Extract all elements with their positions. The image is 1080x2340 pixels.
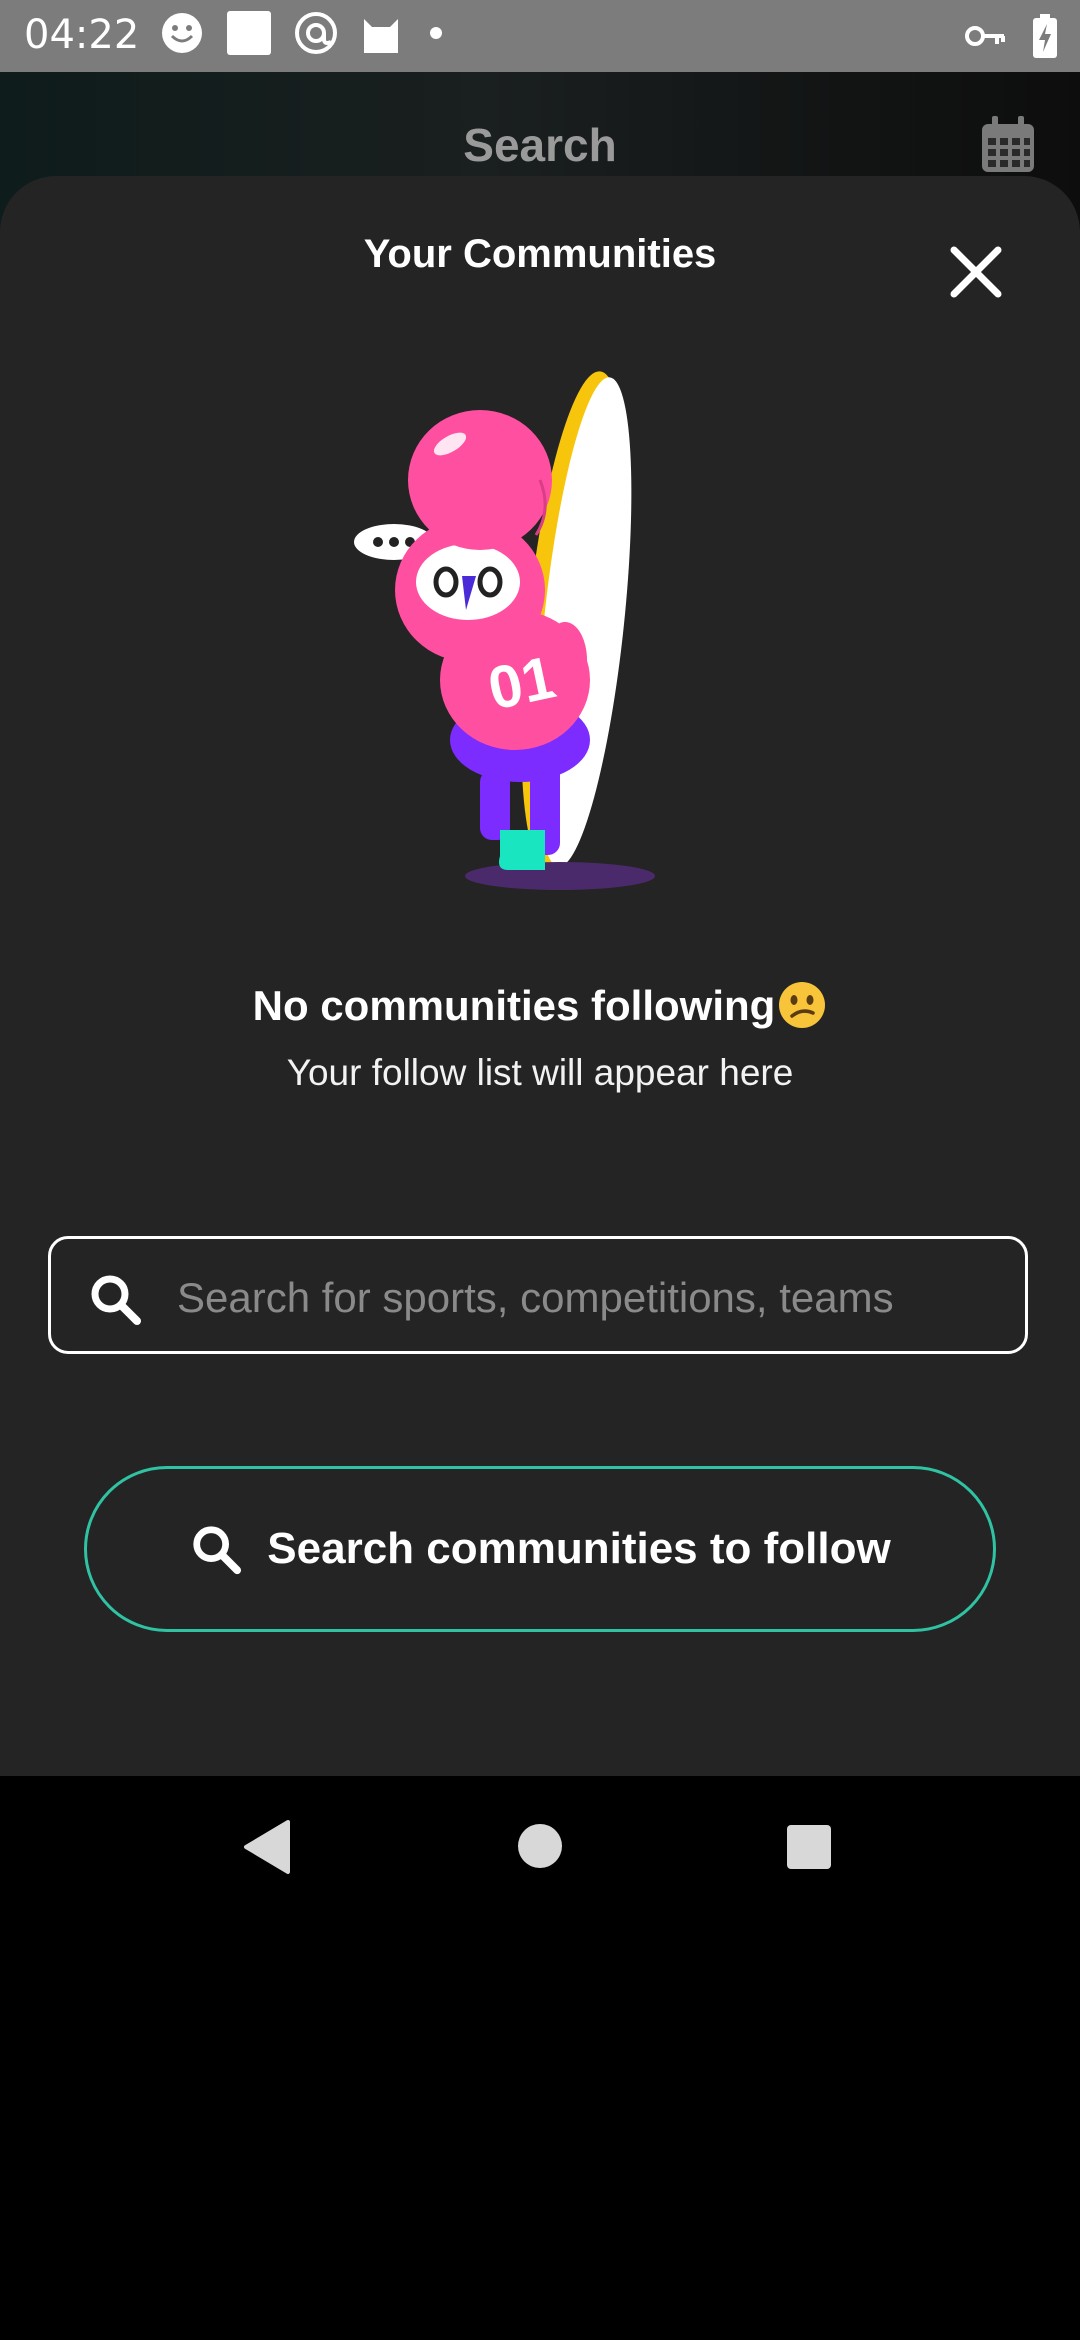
page-title: Search xyxy=(463,119,617,171)
dot-icon xyxy=(430,27,442,39)
smiley-icon xyxy=(162,13,202,53)
sheet-title: Your Communities xyxy=(363,232,717,276)
search-icon xyxy=(193,1526,242,1575)
search-input[interactable] xyxy=(175,1257,999,1339)
confused-face-emoji xyxy=(779,982,826,1028)
at-icon xyxy=(295,12,337,54)
status-notification-icons xyxy=(160,10,448,56)
square-icon xyxy=(227,11,271,55)
home-circle-icon[interactable] xyxy=(516,1822,564,1870)
pink-mascot-illustration: 01 xyxy=(354,371,655,890)
cat-icon xyxy=(364,19,398,53)
search-field[interactable] xyxy=(48,1236,1028,1354)
status-system-icons xyxy=(964,14,1058,58)
search-communities-button[interactable]: Search communities to follow xyxy=(84,1466,996,1632)
recents-square-icon[interactable] xyxy=(786,1824,832,1870)
empty-state-title: No communities following xyxy=(0,980,1080,1030)
search-icon xyxy=(91,1275,141,1325)
status-bar: 04:22 xyxy=(0,0,1080,72)
calendar-icon[interactable] xyxy=(978,114,1038,174)
empty-state-subtitle: Your follow list will appear here xyxy=(286,1052,794,1093)
battery-charging-icon xyxy=(1033,14,1057,58)
search-communities-button-label: Search communities to follow xyxy=(267,1524,891,1573)
close-icon[interactable] xyxy=(946,242,1006,302)
empty-state-title-text: No communities following xyxy=(252,982,776,1029)
back-triangle-icon[interactable] xyxy=(240,1818,292,1876)
status-time: 04:22 xyxy=(24,12,140,58)
key-icon xyxy=(965,26,1005,46)
